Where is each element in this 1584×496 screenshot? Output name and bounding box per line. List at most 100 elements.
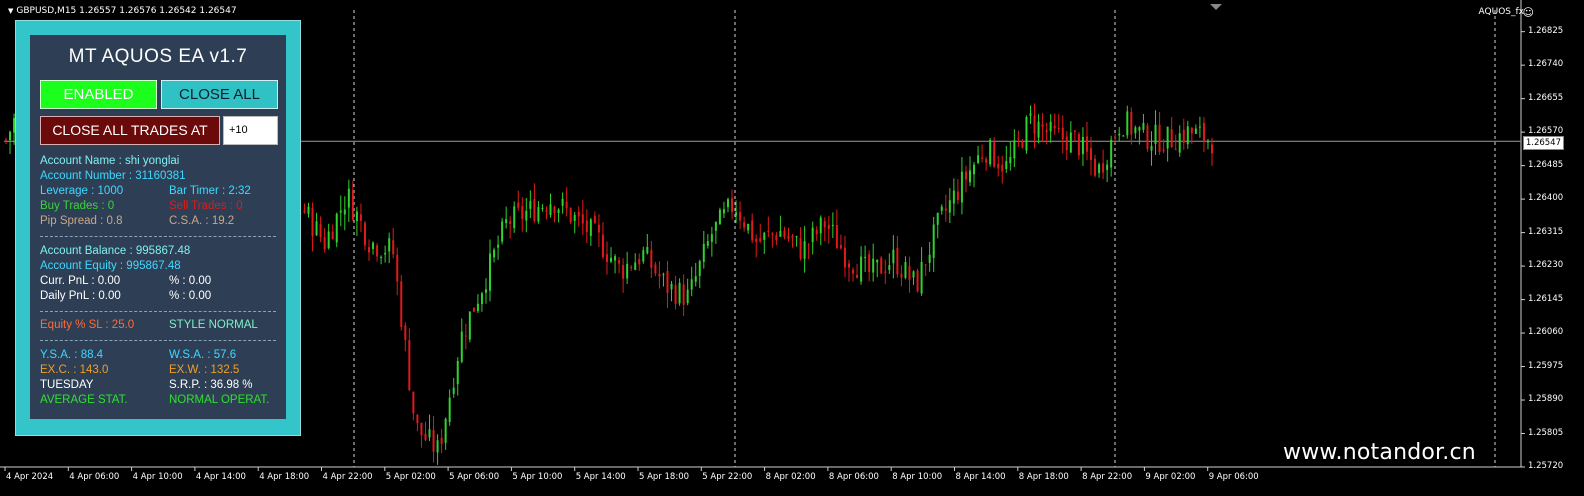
candle-body: [9, 131, 12, 141]
candle-body: [549, 204, 552, 215]
dropdown-triangle-icon[interactable]: ▼: [8, 7, 13, 15]
candle-body: [698, 261, 701, 276]
candle-body: [440, 437, 443, 444]
account-number: Account Number : 31160381: [40, 170, 186, 182]
candle-body: [1110, 139, 1113, 168]
style-label: STYLE NORMAL: [169, 319, 258, 331]
candle-body: [718, 209, 721, 225]
candle-body: [557, 209, 560, 213]
time-tick-label: 9 Apr 02:00: [1145, 472, 1196, 482]
symbol-header-text: GBPUSD,M15 1.26557 1.26576 1.26542 1.265…: [16, 6, 237, 16]
candle-body: [1073, 130, 1076, 132]
candle-body: [646, 247, 649, 254]
smiley-icon[interactable]: ☺: [1523, 6, 1534, 19]
candle-body: [642, 250, 645, 262]
time-tick-label: 5 Apr 06:00: [449, 472, 500, 482]
candle-body: [1158, 124, 1161, 152]
candle-body: [303, 210, 306, 213]
watermark-text: www.notandor.cn: [1283, 440, 1476, 465]
time-tick-label: 4 Apr 22:00: [322, 472, 373, 482]
wsa: W.S.A. : 57.6: [169, 349, 237, 361]
panel-title: MT AQUOS EA v1.7: [68, 46, 248, 67]
time-tick-label: 5 Apr 10:00: [512, 472, 563, 482]
candle-body: [827, 224, 830, 230]
candle-body: [960, 171, 963, 203]
candle-body: [476, 303, 479, 312]
candle-body: [1102, 163, 1105, 173]
close-at-input[interactable]: +10: [223, 116, 278, 145]
candle-body: [823, 221, 826, 228]
time-tick-label: 4 Apr 2024: [6, 472, 54, 482]
pip-spread: Pip Spread : 0.8: [40, 215, 123, 227]
close-all-trades-at-button[interactable]: CLOSE ALL TRADES AT: [40, 116, 220, 145]
candle-body: [924, 264, 927, 266]
candle-body: [940, 206, 943, 211]
candle-body: [1186, 126, 1189, 145]
candle-body: [739, 212, 742, 221]
candle-body: [989, 139, 992, 165]
candle-body: [956, 191, 959, 200]
candle-body: [5, 139, 7, 141]
chart-shift-marker: [1210, 4, 1222, 10]
candle-body: [416, 414, 419, 424]
day-label: TUESDAY: [40, 379, 94, 391]
candle-body: [948, 200, 951, 213]
candle-body: [1198, 126, 1201, 128]
candle-body: [432, 430, 435, 452]
candle-body: [380, 256, 383, 258]
price-tick-label: 1.26400: [1528, 193, 1564, 204]
candle-body: [618, 260, 621, 264]
candle-body: [799, 238, 802, 259]
candle-body: [686, 289, 689, 304]
candle-body: [460, 331, 463, 362]
candle-body: [497, 244, 500, 248]
candle-body: [706, 241, 709, 246]
candle-body: [1150, 145, 1153, 151]
price-tick-label: 1.26570: [1528, 126, 1564, 137]
separator: [40, 236, 276, 237]
candle-body: [981, 157, 984, 159]
price-tick-label: 1.25805: [1528, 427, 1564, 438]
candle-body: [311, 207, 314, 237]
candle-body: [1021, 141, 1024, 148]
candle-body: [884, 271, 887, 273]
time-tick-label: 5 Apr 14:00: [575, 472, 626, 482]
candle-body: [605, 254, 608, 262]
candle-body: [763, 232, 766, 240]
candle-body: [489, 253, 492, 291]
account-balance: Account Balance : 995867.48: [40, 245, 191, 257]
equity-sl: Equity % SL : 25.0: [40, 319, 135, 331]
close-all-button[interactable]: CLOSE ALL: [161, 80, 278, 109]
candle-body: [831, 225, 834, 227]
candle-body: [944, 208, 947, 211]
candle-body: [1013, 140, 1016, 159]
candle-body: [601, 234, 604, 258]
time-tick-label: 4 Apr 14:00: [195, 472, 246, 482]
candle-body: [815, 229, 818, 235]
time-tick-label: 4 Apr 10:00: [132, 472, 183, 482]
candle-body: [610, 257, 613, 262]
enabled-button[interactable]: ENABLED: [40, 80, 157, 109]
candle-body: [743, 222, 746, 228]
candle-body: [847, 263, 850, 268]
candle-body: [545, 210, 548, 212]
price-tick-label: 1.25975: [1528, 360, 1564, 371]
price-tick-label: 1.25890: [1528, 394, 1564, 405]
candle-body: [771, 233, 774, 235]
leverage: Leverage : 1000: [40, 185, 124, 197]
price-tick-label: 1.26230: [1528, 260, 1564, 271]
candle-body: [593, 215, 596, 223]
candle-body: [835, 224, 838, 249]
candle-body: [1094, 158, 1097, 176]
candle-body: [880, 257, 883, 274]
candle-body: [1077, 133, 1080, 156]
candle-body: [1206, 140, 1209, 143]
candle-body: [916, 270, 919, 292]
candle-body: [480, 293, 483, 304]
time-tick-label: 9 Apr 06:00: [1208, 472, 1259, 482]
candle-body: [577, 211, 580, 217]
candle-body: [537, 207, 540, 222]
candle-body: [323, 237, 326, 250]
curr-pnl-pct: % : 0.00: [169, 275, 212, 287]
separator: [40, 340, 276, 341]
